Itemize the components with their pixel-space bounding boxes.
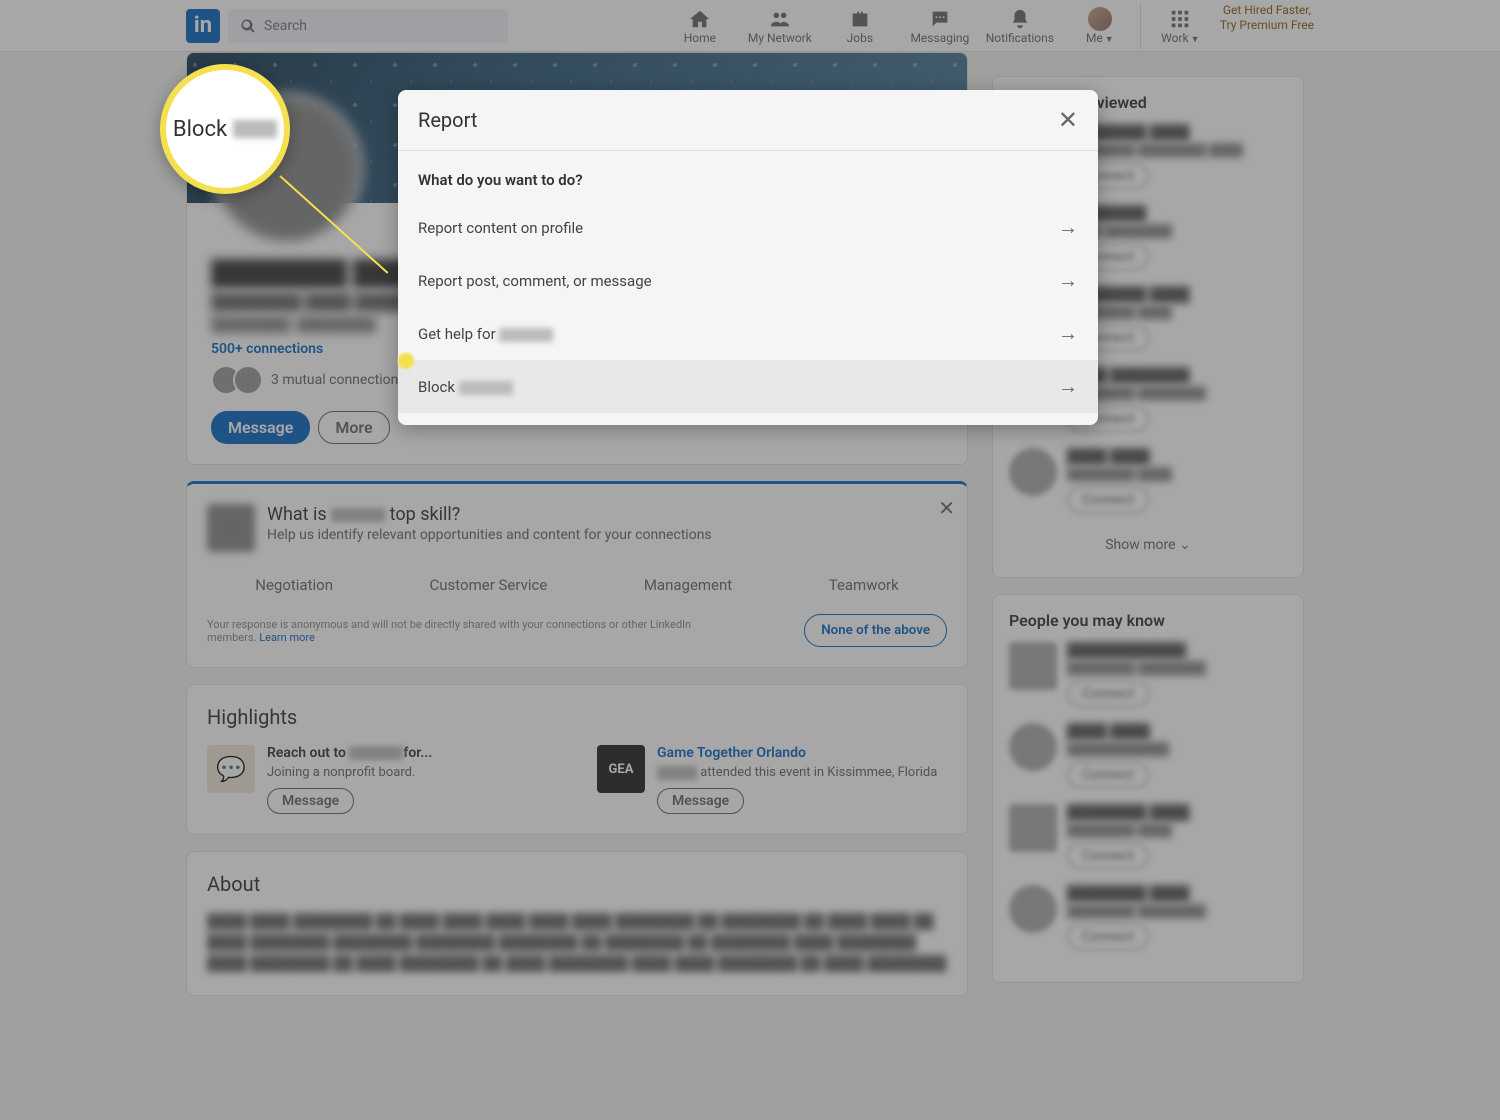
people-you-may-know-card: People you may know ████████████████████… bbox=[992, 594, 1304, 983]
message-icon bbox=[929, 7, 951, 31]
modal-title: Report bbox=[418, 108, 477, 132]
highlight-sub: attended this event in Kissimmee, Florid… bbox=[657, 765, 937, 780]
connect-button[interactable]: Connect bbox=[1067, 924, 1149, 950]
skill-subtitle: Help us identify relevant opportunities … bbox=[267, 527, 712, 543]
connect-button[interactable]: Connect bbox=[1067, 762, 1149, 788]
search-box bbox=[228, 9, 508, 43]
nav-label: Notifications bbox=[986, 31, 1054, 45]
nav-label: Me bbox=[1086, 31, 1103, 45]
callout-dot bbox=[399, 354, 413, 368]
disclaimer-text: Your response is anonymous and will not … bbox=[207, 618, 707, 644]
person-row[interactable]: ████████ ████████████ ████████Connect bbox=[1009, 885, 1287, 950]
person-row[interactable]: ████████ ████████████ ████Connect bbox=[1009, 804, 1287, 869]
nav-jobs[interactable]: Jobs bbox=[820, 3, 900, 49]
nav-label: Messaging bbox=[910, 31, 969, 45]
skill-option[interactable]: Customer Service bbox=[430, 576, 548, 594]
skill-option[interactable]: Teamwork bbox=[829, 576, 899, 594]
report-option-content[interactable]: Report content on profile → bbox=[398, 201, 1098, 254]
about-text: ████ ████ ████████ ██ ████ ████ ████ ███… bbox=[207, 912, 947, 975]
premium-upsell[interactable]: Get Hired Faster, Try Premium Free bbox=[1220, 3, 1314, 49]
skill-avatar bbox=[207, 504, 255, 552]
skill-question: What is top skill? bbox=[267, 504, 712, 525]
nav-label: My Network bbox=[748, 31, 812, 45]
highlight-item: 💬 Reach out to for... Joining a nonprofi… bbox=[207, 745, 557, 814]
message-button[interactable]: Message bbox=[267, 788, 354, 814]
person-row[interactable]: ████ ████████████ ████Connect bbox=[1009, 448, 1287, 513]
arrow-right-icon: → bbox=[1058, 321, 1078, 346]
person-row[interactable]: ████ ████████████████Connect bbox=[1009, 723, 1287, 788]
report-option-help[interactable]: Get help for → bbox=[398, 307, 1098, 360]
person-row[interactable]: ████████████████████ ████████Connect bbox=[1009, 642, 1287, 707]
nav-home[interactable]: Home bbox=[660, 3, 740, 49]
sidebar-title: People you may know bbox=[1009, 611, 1287, 630]
search-input[interactable] bbox=[228, 9, 508, 43]
people-icon bbox=[769, 7, 791, 31]
message-button[interactable]: Message bbox=[211, 411, 310, 444]
arrow-right-icon: → bbox=[1058, 374, 1078, 399]
skill-option[interactable]: Management bbox=[644, 576, 732, 594]
search-icon bbox=[240, 18, 256, 34]
section-title: About bbox=[207, 872, 947, 896]
event-logo: GEA bbox=[597, 745, 645, 793]
chevron-down-icon: ⌄ bbox=[1179, 537, 1191, 553]
message-button[interactable]: Message bbox=[657, 788, 744, 814]
connect-button[interactable]: Connect bbox=[1067, 681, 1149, 707]
nav-network[interactable]: My Network bbox=[740, 3, 820, 49]
connect-button[interactable]: Connect bbox=[1067, 843, 1149, 869]
report-option-block[interactable]: Block → bbox=[398, 360, 1098, 413]
grid-icon bbox=[1169, 7, 1191, 31]
arrow-right-icon: → bbox=[1058, 215, 1078, 240]
bell-icon bbox=[1009, 7, 1031, 31]
none-of-above-button[interactable]: None of the above bbox=[804, 614, 947, 647]
nav-me[interactable]: Me▼ bbox=[1060, 3, 1140, 49]
callout-circle: Block bbox=[160, 64, 290, 194]
close-icon[interactable]: ✕ bbox=[1058, 106, 1078, 134]
highlight-sub: Joining a nonprofit board. bbox=[267, 765, 432, 780]
highlight-title[interactable]: Game Together Orlando bbox=[657, 745, 937, 761]
show-more-button[interactable]: Show more ⌄ bbox=[1009, 529, 1287, 561]
connect-button[interactable]: Connect bbox=[1067, 487, 1149, 513]
chat-icon: 💬 bbox=[207, 745, 255, 793]
nav-notifications[interactable]: Notifications bbox=[980, 3, 1060, 49]
chevron-down-icon: ▼ bbox=[1191, 35, 1200, 45]
more-button[interactable]: More bbox=[318, 411, 389, 444]
avatar bbox=[1088, 7, 1112, 31]
top-navigation: in Home My Network Jobs Messaging bbox=[0, 0, 1500, 52]
skill-option[interactable]: Negotiation bbox=[255, 576, 333, 594]
learn-more-link[interactable]: Learn more bbox=[259, 631, 315, 644]
chevron-down-icon: ▼ bbox=[1105, 35, 1114, 45]
briefcase-icon bbox=[849, 7, 871, 31]
nav-label: Home bbox=[684, 31, 716, 45]
report-option-post[interactable]: Report post, comment, or message → bbox=[398, 254, 1098, 307]
section-title: Highlights bbox=[207, 705, 947, 729]
linkedin-logo[interactable]: in bbox=[186, 9, 220, 43]
callout-label: Block bbox=[173, 117, 227, 142]
highlight-title: Reach out to for... bbox=[267, 745, 432, 761]
modal-question: What do you want to do? bbox=[398, 163, 1098, 201]
nav-messaging[interactable]: Messaging bbox=[900, 3, 980, 49]
close-icon[interactable]: ✕ bbox=[938, 496, 955, 520]
home-icon bbox=[689, 7, 711, 31]
report-modal: Report ✕ What do you want to do? Report … bbox=[398, 90, 1098, 425]
about-card: About ████ ████ ████████ ██ ████ ████ ██… bbox=[186, 851, 968, 996]
nav-label: Jobs bbox=[847, 31, 873, 45]
skills-prompt-card: ✕ What is top skill? Help us identify re… bbox=[186, 481, 968, 668]
nav-label: Work bbox=[1161, 31, 1188, 45]
highlights-card: Highlights 💬 Reach out to for... Joining… bbox=[186, 684, 968, 835]
arrow-right-icon: → bbox=[1058, 268, 1078, 293]
highlight-item: GEA Game Together Orlando attended this … bbox=[597, 745, 947, 814]
nav-work[interactable]: Work▼ bbox=[1140, 3, 1220, 49]
